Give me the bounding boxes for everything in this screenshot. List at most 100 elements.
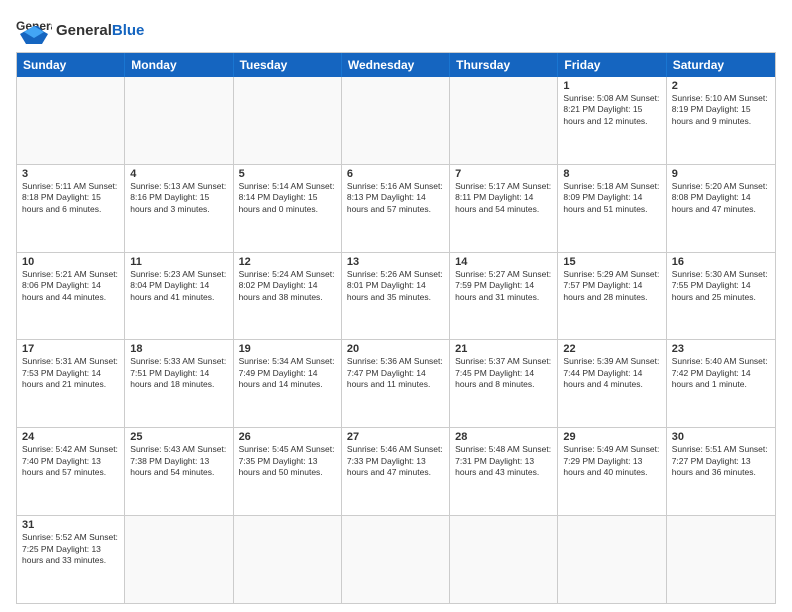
logo-general: General — [56, 22, 112, 39]
calendar-day-25: 25Sunrise: 5:43 AM Sunset: 7:38 PM Dayli… — [125, 428, 233, 515]
calendar-week-6: 31Sunrise: 5:52 AM Sunset: 7:25 PM Dayli… — [17, 516, 775, 603]
calendar-day-empty — [558, 516, 666, 603]
day-info: Sunrise: 5:49 AM Sunset: 7:29 PM Dayligh… — [563, 444, 660, 478]
calendar-day-4: 4Sunrise: 5:13 AM Sunset: 8:16 PM Daylig… — [125, 165, 233, 252]
day-number: 21 — [455, 343, 552, 355]
day-info: Sunrise: 5:14 AM Sunset: 8:14 PM Dayligh… — [239, 181, 336, 215]
day-info: Sunrise: 5:42 AM Sunset: 7:40 PM Dayligh… — [22, 444, 119, 478]
calendar-day-17: 17Sunrise: 5:31 AM Sunset: 7:53 PM Dayli… — [17, 340, 125, 427]
calendar-day-12: 12Sunrise: 5:24 AM Sunset: 8:02 PM Dayli… — [234, 253, 342, 340]
calendar-week-4: 17Sunrise: 5:31 AM Sunset: 7:53 PM Dayli… — [17, 340, 775, 428]
calendar-day-6: 6Sunrise: 5:16 AM Sunset: 8:13 PM Daylig… — [342, 165, 450, 252]
day-number: 2 — [672, 80, 770, 92]
calendar-day-19: 19Sunrise: 5:34 AM Sunset: 7:49 PM Dayli… — [234, 340, 342, 427]
calendar-day-empty — [234, 77, 342, 164]
day-info: Sunrise: 5:37 AM Sunset: 7:45 PM Dayligh… — [455, 356, 552, 390]
calendar-header: SundayMondayTuesdayWednesdayThursdayFrid… — [17, 53, 775, 77]
day-info: Sunrise: 5:21 AM Sunset: 8:06 PM Dayligh… — [22, 269, 119, 303]
calendar-day-29: 29Sunrise: 5:49 AM Sunset: 7:29 PM Dayli… — [558, 428, 666, 515]
calendar-day-13: 13Sunrise: 5:26 AM Sunset: 8:01 PM Dayli… — [342, 253, 450, 340]
calendar-day-empty — [667, 516, 775, 603]
calendar-day-8: 8Sunrise: 5:18 AM Sunset: 8:09 PM Daylig… — [558, 165, 666, 252]
day-header-sunday: Sunday — [17, 53, 125, 77]
calendar-day-27: 27Sunrise: 5:46 AM Sunset: 7:33 PM Dayli… — [342, 428, 450, 515]
day-number: 24 — [22, 431, 119, 443]
calendar-day-28: 28Sunrise: 5:48 AM Sunset: 7:31 PM Dayli… — [450, 428, 558, 515]
day-header-tuesday: Tuesday — [234, 53, 342, 77]
day-number: 7 — [455, 168, 552, 180]
calendar-day-7: 7Sunrise: 5:17 AM Sunset: 8:11 PM Daylig… — [450, 165, 558, 252]
day-header-monday: Monday — [125, 53, 233, 77]
calendar-day-18: 18Sunrise: 5:33 AM Sunset: 7:51 PM Dayli… — [125, 340, 233, 427]
calendar-day-21: 21Sunrise: 5:37 AM Sunset: 7:45 PM Dayli… — [450, 340, 558, 427]
day-info: Sunrise: 5:13 AM Sunset: 8:16 PM Dayligh… — [130, 181, 227, 215]
day-info: Sunrise: 5:51 AM Sunset: 7:27 PM Dayligh… — [672, 444, 770, 478]
day-number: 25 — [130, 431, 227, 443]
day-header-friday: Friday — [558, 53, 666, 77]
calendar-day-22: 22Sunrise: 5:39 AM Sunset: 7:44 PM Dayli… — [558, 340, 666, 427]
calendar-day-26: 26Sunrise: 5:45 AM Sunset: 7:35 PM Dayli… — [234, 428, 342, 515]
calendar-week-5: 24Sunrise: 5:42 AM Sunset: 7:40 PM Dayli… — [17, 428, 775, 516]
day-number: 20 — [347, 343, 444, 355]
calendar-day-empty — [125, 516, 233, 603]
day-info: Sunrise: 5:52 AM Sunset: 7:25 PM Dayligh… — [22, 532, 119, 566]
day-info: Sunrise: 5:30 AM Sunset: 7:55 PM Dayligh… — [672, 269, 770, 303]
day-number: 1 — [563, 80, 660, 92]
header: General GeneralBlue — [16, 16, 776, 44]
calendar-day-20: 20Sunrise: 5:36 AM Sunset: 7:47 PM Dayli… — [342, 340, 450, 427]
day-number: 3 — [22, 168, 119, 180]
calendar: SundayMondayTuesdayWednesdayThursdayFrid… — [16, 52, 776, 604]
day-info: Sunrise: 5:18 AM Sunset: 8:09 PM Dayligh… — [563, 181, 660, 215]
day-number: 8 — [563, 168, 660, 180]
day-info: Sunrise: 5:23 AM Sunset: 8:04 PM Dayligh… — [130, 269, 227, 303]
calendar-day-30: 30Sunrise: 5:51 AM Sunset: 7:27 PM Dayli… — [667, 428, 775, 515]
day-info: Sunrise: 5:40 AM Sunset: 7:42 PM Dayligh… — [672, 356, 770, 390]
day-number: 6 — [347, 168, 444, 180]
day-number: 12 — [239, 256, 336, 268]
day-header-wednesday: Wednesday — [342, 53, 450, 77]
day-info: Sunrise: 5:39 AM Sunset: 7:44 PM Dayligh… — [563, 356, 660, 390]
calendar-day-empty — [450, 516, 558, 603]
calendar-day-5: 5Sunrise: 5:14 AM Sunset: 8:14 PM Daylig… — [234, 165, 342, 252]
calendar-day-empty — [234, 516, 342, 603]
calendar-day-10: 10Sunrise: 5:21 AM Sunset: 8:06 PM Dayli… — [17, 253, 125, 340]
day-number: 16 — [672, 256, 770, 268]
day-info: Sunrise: 5:26 AM Sunset: 8:01 PM Dayligh… — [347, 269, 444, 303]
calendar-page: General GeneralBlue SundayMondayTuesdayW… — [0, 0, 792, 612]
day-info: Sunrise: 5:11 AM Sunset: 8:18 PM Dayligh… — [22, 181, 119, 215]
calendar-day-1: 1Sunrise: 5:08 AM Sunset: 8:21 PM Daylig… — [558, 77, 666, 164]
calendar-day-23: 23Sunrise: 5:40 AM Sunset: 7:42 PM Dayli… — [667, 340, 775, 427]
day-info: Sunrise: 5:45 AM Sunset: 7:35 PM Dayligh… — [239, 444, 336, 478]
day-info: Sunrise: 5:36 AM Sunset: 7:47 PM Dayligh… — [347, 356, 444, 390]
calendar-day-14: 14Sunrise: 5:27 AM Sunset: 7:59 PM Dayli… — [450, 253, 558, 340]
day-info: Sunrise: 5:24 AM Sunset: 8:02 PM Dayligh… — [239, 269, 336, 303]
day-number: 27 — [347, 431, 444, 443]
day-info: Sunrise: 5:29 AM Sunset: 7:57 PM Dayligh… — [563, 269, 660, 303]
calendar-week-2: 3Sunrise: 5:11 AM Sunset: 8:18 PM Daylig… — [17, 165, 775, 253]
calendar-day-empty — [17, 77, 125, 164]
day-number: 4 — [130, 168, 227, 180]
day-info: Sunrise: 5:43 AM Sunset: 7:38 PM Dayligh… — [130, 444, 227, 478]
day-info: Sunrise: 5:16 AM Sunset: 8:13 PM Dayligh… — [347, 181, 444, 215]
logo-icon: General — [16, 16, 52, 44]
day-info: Sunrise: 5:46 AM Sunset: 7:33 PM Dayligh… — [347, 444, 444, 478]
day-number: 10 — [22, 256, 119, 268]
day-header-thursday: Thursday — [450, 53, 558, 77]
day-number: 31 — [22, 519, 119, 531]
day-info: Sunrise: 5:31 AM Sunset: 7:53 PM Dayligh… — [22, 356, 119, 390]
calendar-day-31: 31Sunrise: 5:52 AM Sunset: 7:25 PM Dayli… — [17, 516, 125, 603]
day-number: 11 — [130, 256, 227, 268]
day-number: 9 — [672, 168, 770, 180]
logo-blue: Blue — [112, 22, 145, 39]
day-info: Sunrise: 5:08 AM Sunset: 8:21 PM Dayligh… — [563, 93, 660, 127]
calendar-day-empty — [342, 77, 450, 164]
day-number: 19 — [239, 343, 336, 355]
day-number: 29 — [563, 431, 660, 443]
day-number: 13 — [347, 256, 444, 268]
day-number: 15 — [563, 256, 660, 268]
day-number: 14 — [455, 256, 552, 268]
day-number: 26 — [239, 431, 336, 443]
calendar-body: 1Sunrise: 5:08 AM Sunset: 8:21 PM Daylig… — [17, 77, 775, 603]
day-info: Sunrise: 5:33 AM Sunset: 7:51 PM Dayligh… — [130, 356, 227, 390]
day-number: 5 — [239, 168, 336, 180]
